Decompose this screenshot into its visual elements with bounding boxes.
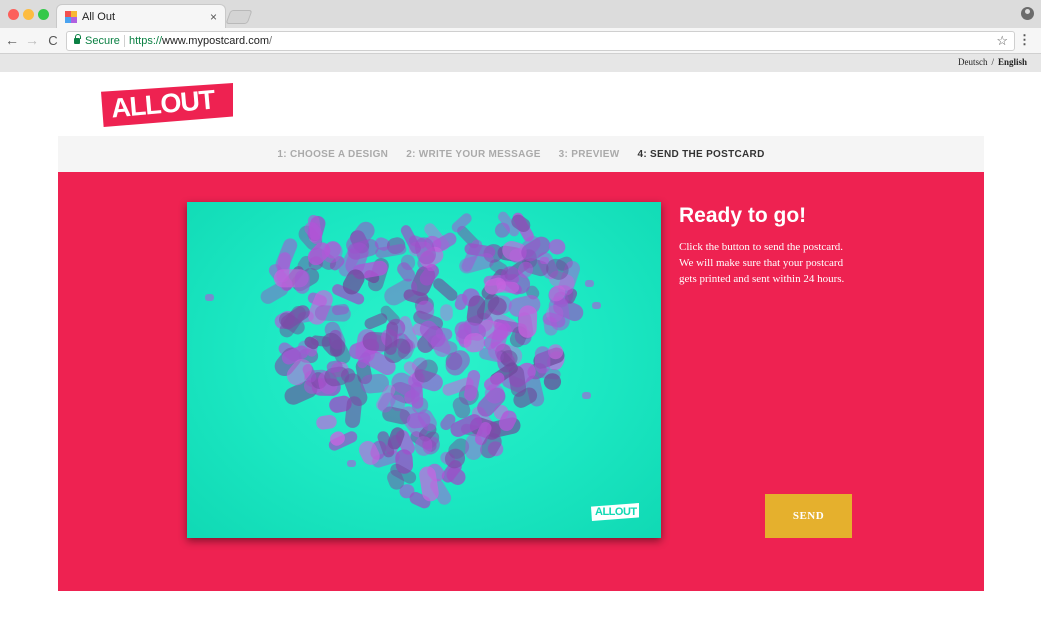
heart-shape (465, 433, 483, 460)
bookmark-star-icon[interactable]: ☆ (996, 33, 1008, 49)
heart-shape (316, 414, 337, 430)
tab-close-icon[interactable]: × (210, 10, 217, 24)
heart-fragment (427, 264, 436, 271)
heart-shape (440, 304, 453, 321)
heart-shape (496, 281, 520, 294)
back-arrow-icon[interactable]: ← (4, 32, 20, 48)
url-path: / (269, 35, 273, 47)
heart-fragment (582, 392, 591, 399)
language-deutsch-link[interactable]: Deutsch (958, 57, 988, 67)
favicon-icon (65, 11, 77, 23)
heart-shape (384, 321, 399, 355)
step-4: 4: SEND THE POSTCARD (637, 149, 765, 160)
lock-icon (74, 34, 81, 44)
postcard-logo: ALLOUT (591, 503, 639, 521)
heart-shape (314, 305, 351, 322)
browser-toolbar: ← → C Secure https://www.mypostcard.com/… (0, 28, 1041, 54)
close-window-button[interactable] (8, 9, 19, 20)
page-title: Ready to go! (679, 204, 807, 227)
heart-fragment (592, 302, 601, 309)
maximize-window-button[interactable] (38, 9, 49, 20)
step-2[interactable]: 2: WRITE YOUR MESSAGE (406, 149, 540, 160)
send-button[interactable]: SEND (765, 494, 852, 538)
profile-icon[interactable] (1021, 7, 1034, 20)
heart-fragment (205, 294, 214, 301)
language-bar: Deutsch / English (0, 54, 1041, 72)
allout-logo[interactable]: ALLOUT (101, 83, 233, 127)
step-list: 1: CHOOSE A DESIGN 2: WRITE YOUR MESSAGE 3… (58, 149, 984, 160)
heart-fragment (347, 460, 356, 467)
new-tab-button[interactable] (225, 10, 253, 24)
secure-label: Secure (85, 35, 120, 47)
heart-shape (433, 278, 458, 301)
browser-menu-icon[interactable]: ⋮ (1018, 32, 1031, 48)
main-panel: ALLOUT Ready to go! Click the button to … (58, 172, 984, 591)
send-description: Click the button to send the postcard. W… (679, 241, 845, 285)
browser-tab-bar: All Out × (0, 0, 1041, 28)
url-host: www.mypostcard.com (162, 35, 270, 47)
heart-shape (518, 305, 538, 338)
url-text: https://www.mypostcard.com/ (129, 35, 272, 47)
minimize-window-button[interactable] (23, 9, 34, 20)
heart-fragment (540, 257, 549, 264)
url-scheme: https:// (129, 35, 163, 47)
reload-icon[interactable]: C (45, 33, 61, 48)
postcard-preview: ALLOUT (187, 202, 661, 538)
heart-shape (294, 270, 310, 294)
step-1[interactable]: 1: CHOOSE A DESIGN (277, 149, 388, 160)
heart-shape (548, 239, 566, 255)
heart-fragment (585, 280, 594, 287)
step-3[interactable]: 3: PREVIEW (559, 149, 620, 160)
heart-shape (415, 436, 433, 456)
address-bar[interactable]: Secure https://www.mypostcard.com/ ☆ (66, 31, 1015, 51)
postcard-logo-text: ALLOUT (595, 506, 637, 518)
heart-shape (534, 346, 551, 374)
browser-tab[interactable]: All Out × (56, 4, 226, 28)
forward-arrow-icon[interactable]: → (24, 32, 40, 48)
heart-artwork (205, 211, 601, 509)
step-navigation: 1: CHOOSE A DESIGN 2: WRITE YOUR MESSAGE 3… (58, 136, 984, 172)
language-english-link[interactable]: English (998, 57, 1027, 67)
language-separator: / (991, 57, 994, 67)
url-separator (124, 35, 125, 47)
language-switcher: Deutsch / English (958, 57, 1027, 67)
tab-title: All Out (82, 11, 116, 23)
